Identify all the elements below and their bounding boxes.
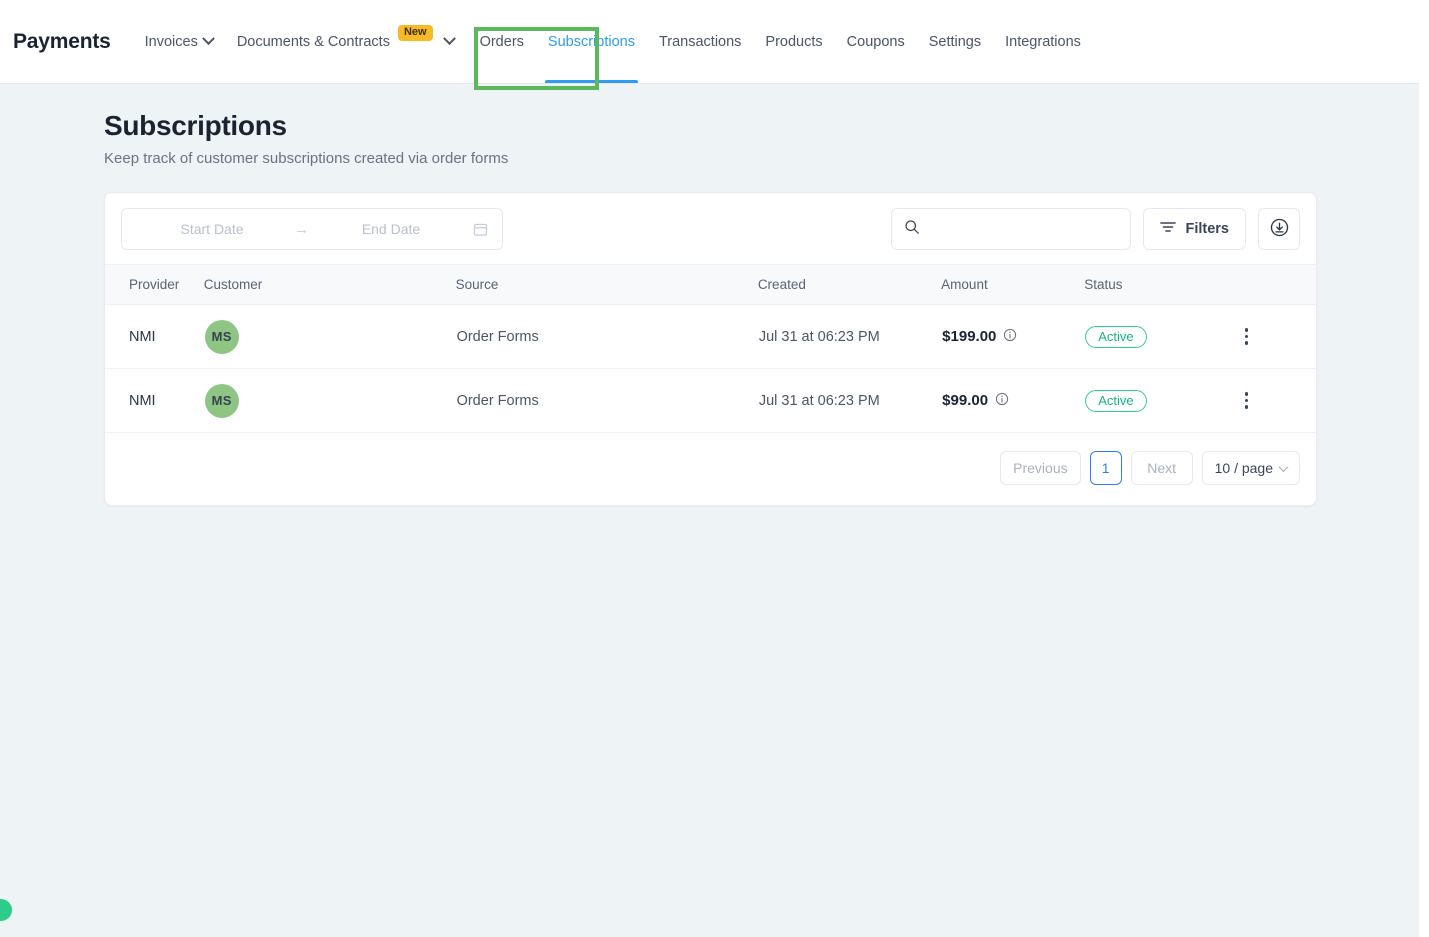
cell-customer: MS bbox=[203, 304, 456, 369]
nav-item-documents-contracts[interactable]: Documents & Contracts New bbox=[225, 0, 435, 83]
cell-customer: MS bbox=[203, 368, 456, 433]
nav-item-integrations[interactable]: Integrations bbox=[993, 0, 1093, 83]
new-badge: New bbox=[397, 24, 433, 41]
nav-item-label: Invoices bbox=[144, 33, 198, 50]
info-icon[interactable] bbox=[995, 392, 1009, 410]
chat-widget-bubble[interactable] bbox=[0, 899, 12, 921]
table-toolbar: Start Date → End Date Filters bbox=[105, 193, 1316, 264]
per-page-select[interactable]: 10 / page bbox=[1201, 451, 1300, 485]
column-header-source: Source bbox=[455, 264, 758, 305]
page-content: Subscriptions Keep track of customer sub… bbox=[0, 84, 1419, 506]
table-header-row: Provider Customer Source Created Amount … bbox=[105, 264, 1316, 305]
avatar: MS bbox=[204, 383, 239, 418]
column-header-created: Created bbox=[757, 264, 942, 305]
per-page-label: 10 / page bbox=[1214, 460, 1273, 476]
filters-button[interactable]: Filters bbox=[1143, 208, 1246, 250]
status-badge: Active bbox=[1085, 325, 1147, 348]
nav-item-invoices[interactable]: Invoices bbox=[133, 0, 225, 83]
page-title: Subscriptions bbox=[104, 110, 287, 141]
nav-item-transactions[interactable]: Transactions bbox=[647, 0, 753, 83]
search-box[interactable] bbox=[891, 208, 1132, 250]
app-brand-title: Payments bbox=[13, 29, 111, 53]
table-row[interactable]: NMI MS Order Forms Jul 31 at 06:23 PM $1… bbox=[105, 304, 1316, 369]
chevron-down-icon bbox=[201, 32, 215, 46]
nav-item-label: Integrations bbox=[1005, 33, 1081, 50]
column-header-provider: Provider bbox=[105, 264, 204, 305]
cell-actions bbox=[1235, 304, 1316, 369]
filter-icon bbox=[1160, 220, 1177, 238]
date-range-picker[interactable]: Start Date → End Date bbox=[121, 208, 503, 250]
column-header-amount: Amount bbox=[941, 264, 1085, 305]
nav-item-label: Documents & Contracts bbox=[236, 33, 390, 50]
search-input[interactable] bbox=[928, 220, 1119, 238]
cell-amount: $99.00 bbox=[941, 368, 1085, 433]
next-page-button[interactable]: Next bbox=[1130, 451, 1193, 485]
cell-created: Jul 31 at 06:23 PM bbox=[757, 368, 942, 433]
nav-item-list: Invoices Documents & Contracts New Order… bbox=[133, 0, 1093, 83]
filters-button-label: Filters bbox=[1185, 221, 1229, 237]
nav-item-label: Transactions bbox=[658, 33, 742, 50]
date-range-arrow-icon: → bbox=[294, 220, 309, 238]
nav-item-subscriptions[interactable]: Subscriptions bbox=[536, 0, 647, 83]
pagination: Previous 1 Next 10 / page bbox=[105, 433, 1316, 505]
row-actions-menu-icon[interactable] bbox=[1236, 392, 1256, 409]
row-actions-menu-icon[interactable] bbox=[1236, 328, 1256, 345]
search-icon bbox=[904, 219, 920, 240]
subscriptions-card: Start Date → End Date Filters Provider C… bbox=[104, 192, 1317, 506]
table-header: Provider Customer Source Created Amount … bbox=[105, 264, 1316, 305]
table-body: NMI MS Order Forms Jul 31 at 06:23 PM $1… bbox=[105, 304, 1316, 433]
cell-amount: $199.00 bbox=[941, 304, 1085, 369]
nav-item-label: Subscriptions bbox=[547, 33, 635, 50]
cell-status: Active bbox=[1084, 304, 1236, 369]
nav-item-label: Coupons bbox=[846, 33, 905, 50]
nav-item-label: Orders bbox=[479, 33, 524, 50]
column-header-status: Status bbox=[1084, 264, 1236, 305]
amount-value: $199.00 bbox=[942, 328, 997, 345]
avatar: MS bbox=[204, 319, 239, 354]
download-icon bbox=[1269, 217, 1290, 242]
right-edge-strip bbox=[1419, 0, 1429, 937]
nav-item-orders[interactable]: Orders bbox=[468, 0, 536, 83]
cell-provider: NMI bbox=[105, 304, 204, 369]
toolbar-actions: Filters bbox=[891, 208, 1300, 250]
cell-source: Order Forms bbox=[455, 304, 758, 369]
cell-actions bbox=[1235, 368, 1316, 433]
top-navigation-bar: Payments Invoices Documents & Contracts … bbox=[0, 0, 1419, 84]
chevron-down-icon bbox=[442, 32, 456, 46]
status-badge: Active bbox=[1085, 389, 1147, 412]
nav-item-documents-dropdown-toggle[interactable] bbox=[435, 0, 468, 83]
column-header-actions bbox=[1235, 264, 1316, 305]
table-row[interactable]: NMI MS Order Forms Jul 31 at 06:23 PM $9… bbox=[105, 368, 1316, 433]
nav-item-label: Settings bbox=[928, 33, 982, 50]
info-icon[interactable] bbox=[1003, 328, 1017, 346]
cell-status: Active bbox=[1084, 368, 1236, 433]
calendar-icon bbox=[473, 222, 488, 237]
nav-item-coupons[interactable]: Coupons bbox=[835, 0, 917, 83]
cell-created: Jul 31 at 06:23 PM bbox=[757, 304, 942, 369]
page-header: Subscriptions Keep track of customer sub… bbox=[0, 84, 1419, 167]
subscriptions-table: Provider Customer Source Created Amount … bbox=[105, 264, 1316, 433]
cell-provider: NMI bbox=[105, 368, 204, 433]
amount-value: $99.00 bbox=[942, 392, 989, 409]
page-subtitle: Keep track of customer subscriptions cre… bbox=[104, 150, 509, 167]
nav-item-products[interactable]: Products bbox=[753, 0, 834, 83]
start-date-input[interactable]: Start Date bbox=[136, 221, 288, 237]
column-header-customer: Customer bbox=[203, 264, 456, 305]
previous-page-button[interactable]: Previous bbox=[1000, 451, 1081, 485]
nav-item-label: Products bbox=[765, 33, 823, 50]
end-date-input[interactable]: End Date bbox=[315, 221, 467, 237]
export-button[interactable] bbox=[1258, 208, 1300, 250]
chevron-down-icon bbox=[1278, 461, 1289, 472]
nav-item-settings[interactable]: Settings bbox=[917, 0, 993, 83]
page-number-1-button[interactable]: 1 bbox=[1089, 451, 1122, 485]
cell-source: Order Forms bbox=[455, 368, 758, 433]
